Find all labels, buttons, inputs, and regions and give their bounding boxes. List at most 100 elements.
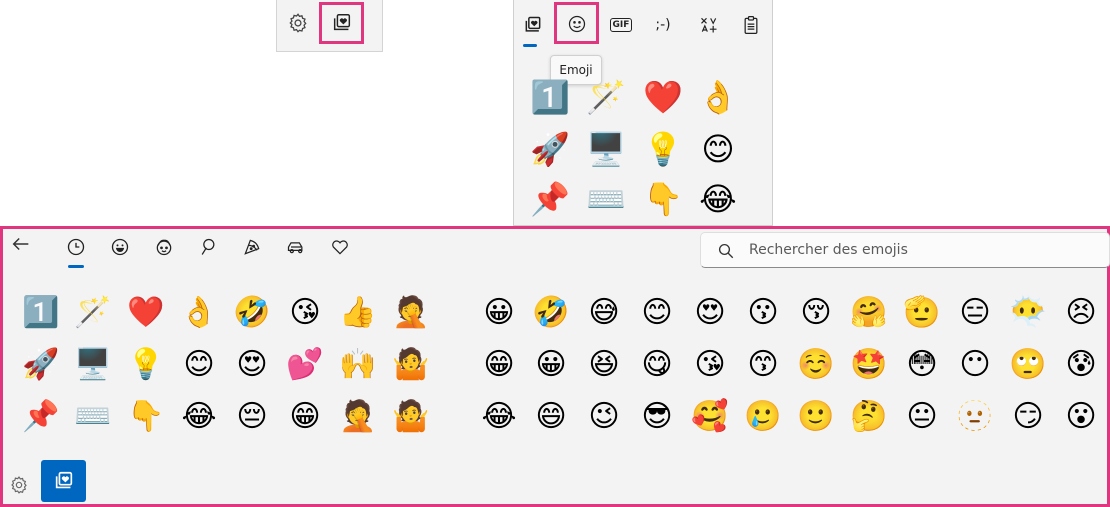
emoji-cell[interactable]: 😋 [631, 339, 683, 391]
emoji-cell[interactable]: 😊 [173, 339, 225, 391]
active-tab-indicator [523, 44, 537, 47]
tab-clipboard[interactable] [736, 10, 766, 40]
emoji-cell[interactable]: 📌 [524, 174, 576, 224]
emoji-cell[interactable]: 😐 [896, 391, 948, 443]
tab-kaomoji-label: ;-) [655, 17, 671, 33]
emoji-cell[interactable]: 🙌 [332, 339, 384, 391]
favorites-button[interactable] [319, 2, 364, 44]
emoji-cell[interactable]: 🪄 [67, 287, 119, 339]
emoji-cell[interactable]: 😀 [525, 339, 577, 391]
emoji-cell[interactable]: 😂 [692, 174, 744, 224]
emoji-cell[interactable]: ⌨️ [580, 174, 632, 224]
emoji-cell[interactable]: 😎 [631, 391, 683, 443]
emoji-cell[interactable]: 🙂 [790, 391, 842, 443]
symbols-icon [701, 17, 717, 33]
smiley-icon [568, 15, 586, 33]
emoji-cell[interactable]: 😙 [737, 339, 789, 391]
heart-card-icon [333, 14, 351, 31]
emoji-cell[interactable]: 😣 [1055, 287, 1107, 339]
emoji-cell[interactable]: 😘 [279, 287, 331, 339]
emoji-cell[interactable]: 😉 [578, 391, 630, 443]
emoji-cell[interactable]: ⌨️ [67, 391, 119, 443]
emoji-cell[interactable]: 🤗 [843, 287, 895, 339]
emoji-cell[interactable]: 😶 [949, 339, 1001, 391]
emoji-cell[interactable]: 1️⃣ [524, 72, 576, 122]
tab-food[interactable] [239, 234, 265, 260]
emoji-cell[interactable]: 😍 [226, 339, 278, 391]
search-box[interactable] [700, 232, 1110, 268]
emoji-cell[interactable]: 😮 [1055, 391, 1107, 443]
emoji-cell[interactable]: 🤣 [525, 287, 577, 339]
emoji-cell[interactable]: 😰 [1055, 339, 1107, 391]
emoji-cell[interactable]: 👇 [637, 174, 689, 224]
emoji-cell[interactable]: 😔 [226, 391, 278, 443]
emoji-cell[interactable]: 🙄 [1002, 339, 1054, 391]
emoji-cell[interactable]: 😑 [949, 287, 1001, 339]
emoji-cell[interactable]: 😏 [1002, 391, 1054, 443]
emoji-cell[interactable]: ❤️ [120, 287, 172, 339]
emoji-cell[interactable]: 😀 [473, 287, 525, 339]
emoji-cell[interactable]: 😁 [473, 339, 525, 391]
emoji-cell[interactable]: 🤷 [385, 339, 437, 391]
heart-card-icon [55, 471, 72, 489]
emoji-cell[interactable]: 🚀 [15, 339, 67, 391]
emoji-cell[interactable]: 👍 [332, 287, 384, 339]
emoji-cell[interactable]: 🥰 [684, 391, 736, 443]
tab-people[interactable] [151, 234, 177, 260]
emoji-cell[interactable]: 😳 [896, 339, 948, 391]
emoji-cell[interactable]: ☺️ [790, 339, 842, 391]
emoji-panel-popup: GIF ;-) Emoji 1️⃣ 🪄 ❤️ 👌 🚀 🖥️ 💡 😊 📌 ⌨️ 👇… [513, 0, 773, 226]
emoji-cell[interactable]: 🫥 [949, 391, 1001, 443]
tab-symbols[interactable] [327, 234, 353, 260]
emoji-cell[interactable]: 😍 [684, 287, 736, 339]
emoji-cell[interactable]: 😶‍🌫️ [1002, 287, 1054, 339]
emoji-cell[interactable]: 🤷 [385, 391, 437, 443]
emoji-cell[interactable]: 🖥️ [67, 339, 119, 391]
back-button[interactable] [9, 233, 33, 257]
tab-smileys[interactable] [107, 234, 133, 260]
emoji-cell[interactable]: 🤦 [385, 287, 437, 339]
tab-nature[interactable] [195, 234, 221, 260]
tab-travel[interactable] [283, 234, 309, 260]
emoji-cell[interactable]: 👇 [120, 391, 172, 443]
emoji-cell[interactable]: 🖥️ [580, 124, 632, 174]
heart-outline-icon [332, 240, 348, 255]
emoji-cell[interactable]: 😗 [737, 287, 789, 339]
gear-icon[interactable] [287, 12, 309, 34]
tab-emoji[interactable] [554, 2, 599, 44]
emoji-cell[interactable]: 😅 [578, 287, 630, 339]
emoji-cell[interactable]: 😘 [684, 339, 736, 391]
emoji-cell[interactable]: 😄 [525, 391, 577, 443]
gear-icon[interactable] [9, 475, 29, 495]
emoji-cell[interactable]: 📌 [15, 391, 67, 443]
tab-kaomoji[interactable]: ;-) [648, 10, 678, 40]
emoji-cell[interactable]: 🤦 [332, 391, 384, 443]
emoji-cell[interactable]: 🤣 [226, 287, 278, 339]
tab-recent[interactable] [63, 234, 89, 260]
search-input[interactable] [749, 233, 1099, 267]
emoji-cell[interactable]: 😚 [790, 287, 842, 339]
tab-symbols[interactable] [694, 10, 724, 40]
emoji-cell[interactable]: ❤️ [637, 72, 689, 122]
emoji-cell[interactable]: 😁 [279, 391, 331, 443]
tab-favorites[interactable] [518, 10, 548, 40]
emoji-cell[interactable]: 😊 [692, 124, 744, 174]
emoji-cell[interactable]: 😂 [173, 391, 225, 443]
emoji-cell[interactable]: 😆 [578, 339, 630, 391]
emoji-cell[interactable]: 🤔 [843, 391, 895, 443]
emoji-cell[interactable]: 😂 [473, 391, 525, 443]
emoji-cell[interactable]: 🫡 [896, 287, 948, 339]
emoji-cell[interactable]: 😊 [631, 287, 683, 339]
emoji-cell[interactable]: 🪄 [580, 72, 632, 122]
emoji-cell[interactable]: 💡 [637, 124, 689, 174]
emoji-cell[interactable]: 🤩 [843, 339, 895, 391]
emoji-cell[interactable]: 👌 [173, 287, 225, 339]
emoji-cell[interactable]: 🚀 [524, 124, 576, 174]
tab-gif[interactable]: GIF [606, 10, 636, 40]
emoji-cell[interactable]: 🥲 [737, 391, 789, 443]
emoji-cell[interactable]: 💕 [279, 339, 331, 391]
favorites-button[interactable] [41, 460, 86, 502]
emoji-cell[interactable]: 👌 [692, 72, 744, 122]
emoji-cell[interactable]: 💡 [120, 339, 172, 391]
emoji-cell[interactable]: 1️⃣ [15, 287, 67, 339]
